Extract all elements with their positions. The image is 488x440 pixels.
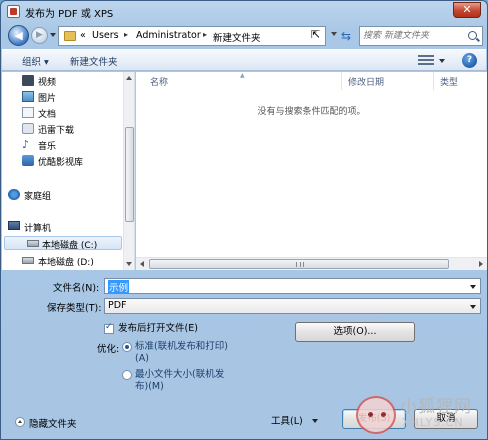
address-bar[interactable]: « Users ▸ Administrator ▸ 新建文件夹 ⇱ xyxy=(58,26,337,46)
watermark-title: 小狐狸网 xyxy=(400,397,472,417)
column-header-name[interactable]: 名称 xyxy=(150,75,168,88)
refresh-button[interactable]: ⇆ xyxy=(337,27,355,45)
navigation-pane: 视频 图片 文档 迅雷下载 ♪ 音乐 优酷影视库 家庭组 计算机 本地磁盘 (C… xyxy=(2,72,135,270)
navigation-bar: ◀ ▶ « Users ▸ Administrator ▸ 新建文件夹 ⇱ ⇆ xyxy=(1,24,487,48)
scroll-up-icon[interactable] xyxy=(126,76,132,80)
column-header-date-modified[interactable]: 修改日期 xyxy=(348,75,384,88)
computer-icon xyxy=(8,221,20,230)
search-box[interactable] xyxy=(359,26,483,46)
cursor-icon: ⇱ xyxy=(311,28,321,41)
drive-icon xyxy=(27,240,39,247)
music-icon: ♪ xyxy=(22,138,30,151)
homegroup-icon xyxy=(8,189,20,200)
column-header-type[interactable]: 类型 xyxy=(440,75,458,88)
optimize-minimum-label[interactable]: 最小文件大小(联机发 布)(M) xyxy=(135,369,224,393)
chevron-down-icon[interactable] xyxy=(470,305,476,309)
scroll-down-icon[interactable] xyxy=(126,262,132,266)
file-list[interactable]: ▲ 名称 修改日期 类型 没有与搜索条件匹配的项。 xyxy=(136,72,487,270)
help-button[interactable]: ? xyxy=(462,53,477,68)
sidebar-item-drive-c[interactable]: 本地磁盘 (C:) xyxy=(4,236,122,251)
optimize-standard-label[interactable]: 标准(联机发布和打印) (A) xyxy=(135,341,228,365)
scroll-thumb[interactable] xyxy=(149,259,449,269)
navigation-scrollbar[interactable] xyxy=(123,72,134,270)
save-type-value: PDF xyxy=(108,300,127,311)
open-after-publish-label[interactable]: 发布后打开文件(E) xyxy=(118,323,198,335)
drive-icon xyxy=(22,257,34,264)
breadcrumb-new-folder[interactable]: 新建文件夹 xyxy=(213,30,261,44)
column-separator[interactable] xyxy=(433,72,434,90)
horizontal-scrollbar[interactable] xyxy=(136,257,487,270)
save-type-select[interactable]: PDF xyxy=(104,298,481,314)
youku-library-icon xyxy=(22,155,34,166)
view-options-icon[interactable] xyxy=(418,55,434,66)
command-toolbar: 组织 ▾ 新建文件夹 ? xyxy=(2,49,486,71)
filename-input[interactable]: 示例 xyxy=(108,280,130,294)
breadcrumb-arrow-icon[interactable]: ▸ xyxy=(203,30,207,39)
optimize-standard-radio[interactable] xyxy=(122,342,132,352)
fox-logo-icon xyxy=(356,396,396,434)
breadcrumb-users[interactable]: Users xyxy=(92,30,119,41)
grip-icon xyxy=(296,262,304,267)
document-icon xyxy=(22,107,34,118)
watermark-logo: 小狐狸网 XHLYS.CN xyxy=(356,386,484,438)
empty-list-message: 没有与搜索条件匹配的项。 xyxy=(257,107,366,117)
publish-dialog: 发布为 PDF 或 XPS ✕ ◀ ▶ « Users ▸ Administra… xyxy=(0,0,488,440)
filename-label: 文件名(N): xyxy=(53,283,100,294)
back-button[interactable]: ◀ xyxy=(8,25,29,46)
forward-button[interactable]: ▶ xyxy=(31,27,48,44)
optimize-label: 优化: xyxy=(97,344,120,355)
recent-pages-chevron-icon[interactable] xyxy=(50,33,56,37)
folder-icon xyxy=(64,31,76,41)
app-icon xyxy=(7,5,20,18)
save-type-label: 保存类型(T): xyxy=(47,303,102,314)
scroll-thumb[interactable] xyxy=(125,127,134,222)
breadcrumb-administrator[interactable]: Administrator xyxy=(136,30,201,41)
chevron-down-icon[interactable] xyxy=(470,285,476,289)
window-title: 发布为 PDF 或 XPS xyxy=(25,9,114,20)
filename-field[interactable]: 示例 xyxy=(104,278,481,294)
tools-button[interactable]: 工具(L) xyxy=(271,413,303,427)
picture-icon xyxy=(22,91,34,102)
search-input[interactable] xyxy=(363,29,463,43)
options-button[interactable]: 选项(O)... xyxy=(295,322,415,342)
open-after-publish-checkbox[interactable] xyxy=(104,322,114,334)
close-button[interactable]: ✕ xyxy=(453,2,481,18)
breadcrumb-arrow-icon[interactable]: ▸ xyxy=(124,30,128,39)
collapse-icon xyxy=(15,417,25,427)
sort-ascending-icon: ▲ xyxy=(240,72,245,79)
breadcrumb-overflow[interactable]: « xyxy=(80,30,86,41)
watermark-url: XHLYS.CN xyxy=(402,416,464,429)
download-icon xyxy=(22,123,34,134)
new-folder-button[interactable]: 新建文件夹 xyxy=(70,54,118,68)
search-icon[interactable] xyxy=(468,31,477,40)
scroll-right-icon[interactable] xyxy=(479,261,483,267)
column-separator[interactable] xyxy=(341,72,342,90)
scroll-left-icon[interactable] xyxy=(140,261,144,267)
view-dropdown-icon[interactable] xyxy=(439,59,445,63)
chevron-down-icon[interactable] xyxy=(312,419,318,423)
video-icon xyxy=(22,75,34,86)
organize-button[interactable]: 组织 ▾ xyxy=(22,54,49,68)
optimize-minimum-radio[interactable] xyxy=(122,370,132,380)
title-bar: 发布为 PDF 或 XPS ✕ xyxy=(1,1,487,23)
